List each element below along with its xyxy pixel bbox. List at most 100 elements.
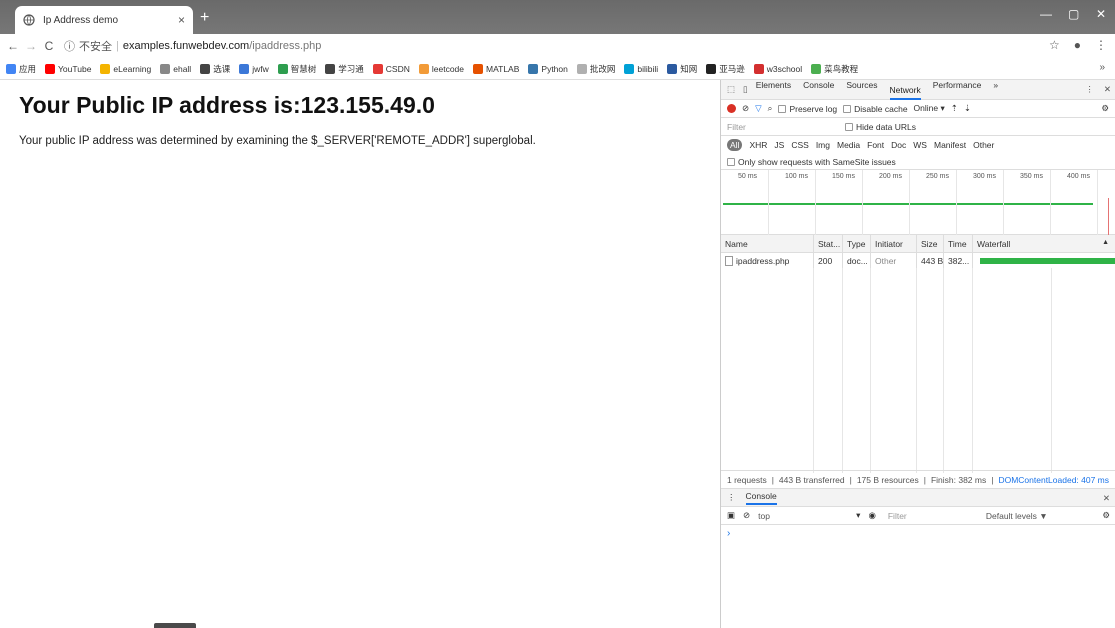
bookmark-favicon-icon: [372, 63, 383, 74]
filter-icon[interactable]: ▽: [755, 103, 762, 114]
drawer-close-icon[interactable]: ✕: [1103, 493, 1110, 504]
devtools-close-icon[interactable]: ✕: [1104, 84, 1111, 95]
settings-icon[interactable]: ⚙: [1101, 103, 1109, 114]
bookmark-label: CSDN: [385, 63, 410, 74]
search-icon[interactable]: ⌕: [768, 103, 773, 114]
console-filter-input[interactable]: Filter: [888, 511, 978, 521]
reload-icon[interactable]: C: [40, 39, 58, 53]
drawer-tabs: ⋮ Console ✕: [721, 489, 1115, 507]
window-close-button[interactable]: ✕: [1096, 7, 1106, 21]
type-filter-doc[interactable]: Doc: [891, 140, 906, 150]
bookmark-item[interactable]: 智慧树: [277, 63, 317, 75]
bookmark-item[interactable]: MATLAB: [473, 63, 519, 74]
filter-input[interactable]: Filter: [727, 122, 845, 132]
bookmark-item[interactable]: eLearning: [100, 63, 151, 74]
forward-arrow-icon[interactable]: →: [22, 39, 40, 53]
bookmark-item[interactable]: jwfw: [239, 63, 269, 74]
sidebar-toggle-icon[interactable]: ▣: [727, 510, 735, 521]
context-dropdown-icon[interactable]: ▾: [856, 510, 860, 521]
bookmark-item[interactable]: ehall: [160, 63, 191, 74]
devtools-tab[interactable]: »: [993, 80, 998, 100]
menu-icon[interactable]: ⋮: [1095, 38, 1107, 52]
restore-button[interactable]: ▢: [1068, 7, 1079, 21]
bookmark-favicon-icon: [100, 63, 111, 74]
context-select[interactable]: top: [758, 511, 848, 521]
type-filter-all[interactable]: All: [727, 139, 743, 151]
download-icon[interactable]: ⇣: [964, 103, 971, 114]
bookmarks-more-button[interactable]: »: [1099, 62, 1105, 73]
bookmark-item[interactable]: 批改网: [576, 63, 615, 75]
type-filter-manifest[interactable]: Manifest: [934, 140, 966, 150]
type-filter-img[interactable]: Img: [816, 140, 830, 150]
browser-tab[interactable]: Ip Address demo ×: [15, 6, 193, 34]
bookmark-item[interactable]: leetcode: [418, 63, 464, 74]
disable-cache-checkbox[interactable]: Disable cache: [843, 104, 908, 114]
summary-dcl: DOMContentLoaded: 407 ms: [998, 474, 1110, 485]
console-prompt[interactable]: ›: [721, 528, 1115, 539]
column-initiator[interactable]: Initiator: [871, 235, 917, 252]
bookmark-item[interactable]: Python: [528, 63, 568, 74]
summary-resources: 175 B resources: [856, 474, 919, 485]
preserve-log-checkbox[interactable]: Preserve log: [778, 104, 837, 114]
bookmark-item[interactable]: 菜鸟教程: [811, 63, 858, 75]
bookmark-item[interactable]: CSDN: [372, 63, 410, 74]
eye-icon[interactable]: ◉: [868, 510, 875, 521]
bookmark-item[interactable]: bilibili: [624, 63, 658, 74]
profile-icon[interactable]: ●: [1074, 38, 1081, 52]
bookmark-favicon-icon: [418, 63, 429, 74]
type-filter-other[interactable]: Other: [973, 140, 994, 150]
minimize-button[interactable]: —: [1040, 7, 1052, 21]
throttle-select[interactable]: Online ▾: [914, 103, 945, 114]
tab-console[interactable]: Console: [745, 491, 777, 505]
timeline-tick-label: 100 ms: [785, 173, 808, 180]
table-row[interactable]: ipaddress.php 200 doc... Other 443 B 382…: [721, 253, 1115, 269]
bookmark-item[interactable]: 知网: [667, 63, 697, 75]
info-icon[interactable]: ⓘ: [64, 38, 75, 54]
bookmark-item[interactable]: 选课: [200, 63, 230, 75]
bookmark-item[interactable]: 学习通: [325, 63, 364, 75]
tab-close-icon[interactable]: ×: [178, 13, 185, 27]
star-icon[interactable]: ☆: [1049, 38, 1060, 52]
type-filter-css[interactable]: CSS: [791, 140, 808, 150]
type-filter-xhr[interactable]: XHR: [749, 140, 767, 150]
bookmark-item[interactable]: 应用: [6, 63, 36, 75]
upload-icon[interactable]: ⇡: [951, 103, 958, 114]
address-bar[interactable]: ⓘ 不安全 | examples.funwebdev.com/ipaddress…: [64, 38, 321, 54]
column-type[interactable]: Type: [843, 235, 871, 252]
device-toggle-icon[interactable]: ▯: [743, 84, 748, 95]
type-filter-ws[interactable]: WS: [913, 140, 927, 150]
devtools-menu-icon[interactable]: ⋮: [1085, 84, 1094, 95]
bookmark-favicon-icon: [706, 63, 717, 74]
console-settings-icon[interactable]: ⚙: [1102, 510, 1110, 521]
column-status[interactable]: Stat...: [814, 235, 843, 252]
column-name[interactable]: Name: [721, 235, 814, 252]
log-levels-select[interactable]: Default levels ▼: [986, 511, 1048, 521]
hide-data-urls-checkbox[interactable]: Hide data URLs: [845, 122, 916, 132]
new-tab-button[interactable]: +: [200, 9, 209, 27]
devtools-tab[interactable]: Sources: [846, 80, 877, 100]
console-clear-icon[interactable]: ⊘: [743, 510, 750, 521]
type-filter-font[interactable]: Font: [867, 140, 884, 150]
overview-request-bar: [723, 203, 1093, 205]
back-arrow-icon[interactable]: ←: [4, 39, 22, 53]
network-overview[interactable]: 50 ms 100 ms 150 ms 200 ms 250 ms 300 ms 350 m…: [721, 170, 1115, 235]
column-time[interactable]: Time: [944, 235, 973, 252]
column-waterfall[interactable]: Waterfall: [973, 235, 1115, 252]
bookmark-item[interactable]: YouTube: [45, 63, 91, 74]
devtools-tab[interactable]: Console: [803, 80, 834, 100]
samesite-checkbox[interactable]: Only show requests with SameSite issues: [721, 154, 1115, 170]
bookmark-item[interactable]: w3school: [753, 63, 802, 74]
clear-icon[interactable]: ⊘: [742, 103, 749, 114]
drawer-menu-icon[interactable]: ⋮: [727, 492, 736, 503]
bookmark-item[interactable]: 亚马逊: [706, 63, 745, 75]
column-size[interactable]: Size: [917, 235, 944, 252]
devtools-tab[interactable]: Performance: [933, 80, 982, 100]
inspect-icon[interactable]: ⬚: [727, 84, 735, 95]
type-filter-js[interactable]: JS: [774, 140, 784, 150]
request-time: 382...: [944, 253, 973, 269]
type-filter-media[interactable]: Media: [837, 140, 860, 150]
record-icon[interactable]: [727, 104, 736, 113]
bookmark-label: 智慧树: [290, 63, 317, 74]
devtools-tab[interactable]: Network: [889, 85, 921, 100]
devtools-tab[interactable]: Elements: [756, 80, 791, 100]
